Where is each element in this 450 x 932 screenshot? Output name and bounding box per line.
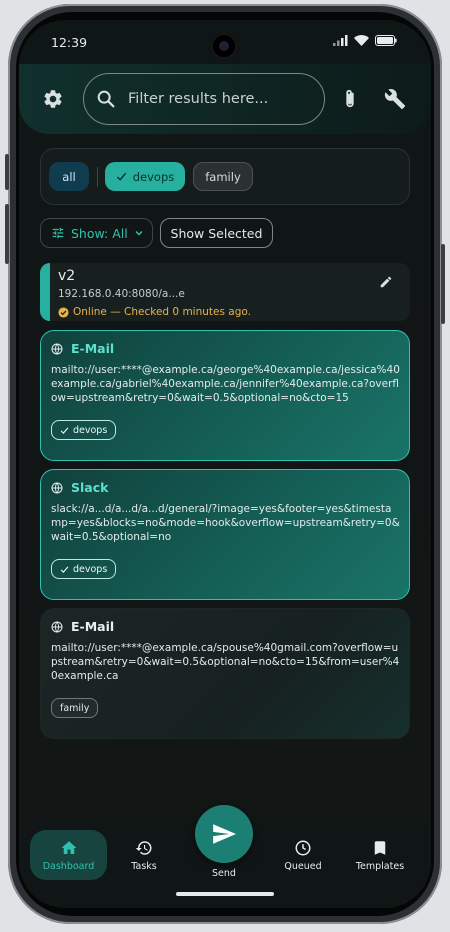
app-screen: 12:39 Filter results here... all devops …	[19, 20, 431, 908]
globe-icon	[51, 343, 63, 355]
wifi-icon	[354, 35, 369, 46]
tools-button[interactable]	[377, 81, 413, 117]
host-card[interactable]: v2 192.168.0.40:8080/a...e Online — Chec…	[40, 263, 410, 321]
tag-chip-devops[interactable]: devops	[105, 162, 185, 191]
card-tag-label: family	[60, 702, 90, 714]
notification-card[interactable]: E-Mail mailto://user:****@example.ca/spo…	[40, 608, 410, 739]
notification-card[interactable]: Slack slack://a...d/a...d/a...d/general/…	[40, 469, 410, 600]
card-tag: devops	[51, 559, 117, 579]
card-tag-label: devops	[73, 563, 108, 575]
status-icons	[333, 35, 397, 46]
globe-icon	[51, 482, 63, 494]
card-header: Slack	[51, 480, 108, 495]
send-label: Send	[212, 868, 236, 879]
card-title: Slack	[71, 480, 109, 495]
front-camera	[210, 32, 238, 60]
gear-icon	[44, 90, 62, 108]
check-icon	[60, 427, 69, 434]
nav-tasks[interactable]: Tasks	[112, 830, 176, 880]
chip-label: devops	[132, 169, 175, 184]
host-status: Online — Checked 0 minutes ago.	[58, 306, 251, 318]
home-indicator	[176, 892, 274, 896]
tag-chip-all[interactable]: all	[49, 162, 89, 191]
show-filter-label: Show: All	[71, 225, 128, 241]
card-url: slack://a...d/a...d/a...d/general/?image…	[51, 503, 400, 543]
card-tag: family	[51, 698, 99, 718]
check-circle-icon	[58, 306, 69, 318]
card-url: mailto://user:****@example.ca/spouse%40g…	[51, 642, 400, 682]
nav-templates[interactable]: Templates	[345, 830, 415, 880]
status-time: 12:39	[51, 35, 88, 50]
host-accent-bar	[40, 263, 50, 321]
side-button	[441, 244, 445, 324]
status-bar: 12:39	[19, 20, 431, 64]
check-icon	[116, 172, 126, 181]
nav-label: Templates	[355, 860, 405, 872]
tag-chip-family[interactable]: family	[193, 162, 253, 191]
chip-divider	[97, 167, 98, 187]
wrench-icon	[384, 89, 406, 110]
settings-button[interactable]	[35, 81, 71, 117]
card-title: E-Mail	[71, 619, 115, 634]
card-url: mailto://user:****@example.ca/george%40e…	[51, 364, 400, 404]
search-input[interactable]	[128, 88, 308, 110]
card-title: E-Mail	[71, 341, 115, 356]
check-icon	[60, 566, 69, 573]
notification-card[interactable]: E-Mail mailto://user:****@example.ca/geo…	[40, 330, 410, 461]
host-title: v2	[58, 268, 76, 284]
bookmark-icon	[374, 840, 386, 855]
nav-label: Dashboard	[42, 860, 95, 872]
send-icon	[213, 824, 236, 844]
history-icon	[135, 840, 152, 855]
chevron-down-icon	[135, 230, 143, 236]
nav-queued[interactable]: Queued	[271, 830, 335, 880]
search-box[interactable]	[83, 73, 325, 125]
side-button	[5, 204, 9, 264]
globe-icon	[51, 621, 63, 633]
show-selected-button[interactable]: Show Selected	[160, 218, 273, 248]
nav-label: Queued	[284, 860, 322, 872]
pencil-icon	[380, 276, 392, 288]
paperclip-icon	[346, 89, 354, 108]
battery-icon	[375, 35, 397, 46]
tune-icon	[52, 227, 64, 239]
signal-icon	[333, 35, 348, 46]
host-url: 192.168.0.40:8080/a...e	[58, 288, 185, 300]
card-header: E-Mail	[51, 619, 114, 634]
send-button[interactable]	[195, 805, 253, 863]
edit-host-button[interactable]	[379, 274, 393, 293]
host-status-text: Online — Checked 0 minutes ago.	[73, 306, 251, 318]
search-icon	[97, 90, 115, 108]
tag-filter-bar: all devops family	[40, 148, 410, 205]
attach-button[interactable]	[332, 81, 368, 117]
nav-dashboard[interactable]: Dashboard	[30, 830, 107, 880]
card-header: E-Mail	[51, 341, 114, 356]
nav-label: Tasks	[131, 860, 157, 872]
clock-icon	[295, 840, 311, 855]
card-tag-label: devops	[73, 424, 108, 436]
card-tag: devops	[51, 420, 117, 440]
show-filter-dropdown[interactable]: Show: All	[40, 218, 153, 248]
app-header	[19, 64, 431, 134]
home-icon	[61, 840, 76, 854]
side-button	[5, 154, 9, 190]
